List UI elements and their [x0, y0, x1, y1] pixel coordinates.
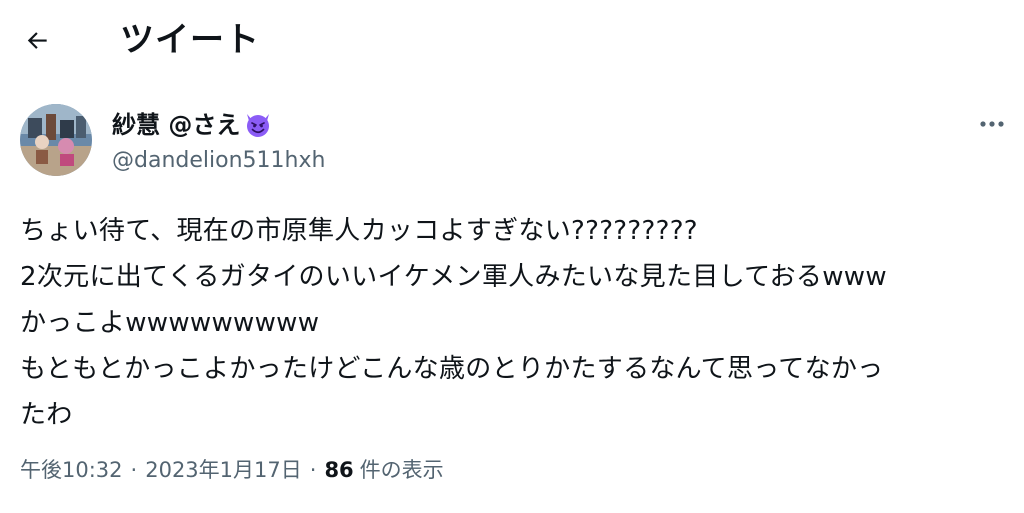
tweet-line: かっこよwwwwwwwww — [20, 308, 320, 338]
back-button[interactable] — [20, 22, 56, 58]
display-name-text: 紗慧 @さえ — [112, 111, 241, 139]
tweet-time-link[interactable]: 午後10:32 — [20, 454, 123, 486]
view-count: 86 — [324, 458, 354, 482]
more-horizontal-icon — [980, 121, 1004, 127]
meta-separator: · — [309, 458, 317, 482]
view-count-label: 件の表示 — [359, 458, 444, 482]
smiling-devil-icon — [247, 114, 270, 137]
tweet-text: ちょい待て、現在の市原隼人カッコよすぎない????????? 2次元に出てくるガ… — [20, 208, 1010, 438]
tweet-author: 紗慧 @さえ @dandelion511hxh — [20, 104, 1004, 180]
avatar-image — [20, 104, 92, 176]
meta-separator: · — [130, 458, 138, 482]
more-options-button[interactable] — [976, 110, 1008, 138]
user-handle[interactable]: @dandelion511hxh — [112, 146, 325, 176]
display-name[interactable]: 紗慧 @さえ — [112, 108, 272, 142]
tweet-line: 2次元に出てくるガタイのいいイケメン軍人みたいな見た目しておるwww — [20, 262, 887, 292]
top-bar: ツイート — [0, 0, 1024, 80]
tweet-line: たわ — [20, 400, 73, 430]
avatar[interactable] — [20, 104, 92, 176]
tweet-meta: 午後10:32 · 2023年1月17日 · 86 件の表示 — [20, 454, 1010, 486]
tweet-date-link[interactable]: 2023年1月17日 — [145, 454, 302, 486]
arrow-left-icon — [27, 32, 47, 49]
tweet-line: ちょい待て、現在の市原隼人カッコよすぎない????????? — [20, 216, 698, 246]
tweet-line: もともとかっこよかったけどこんな歳のとりかたするなんて思ってなかっ — [20, 354, 884, 384]
page-title: ツイート — [120, 20, 260, 60]
